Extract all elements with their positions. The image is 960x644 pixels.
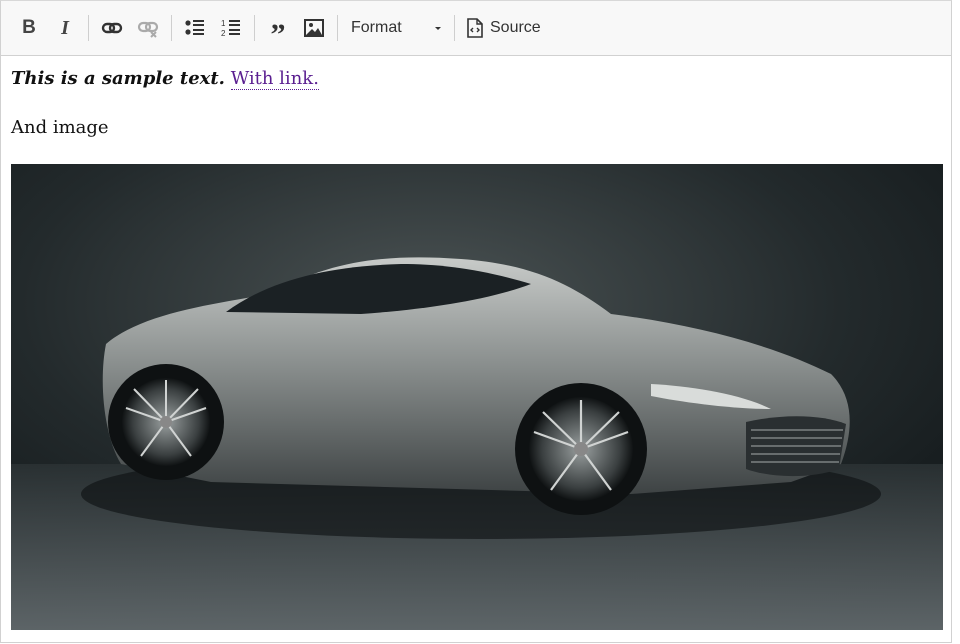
rich-text-editor: B I 1 2 ” Format Source This is a sample… <box>0 0 952 643</box>
toolbar-separator <box>171 15 172 41</box>
toolbar-separator <box>337 15 338 41</box>
link-icon <box>101 22 123 34</box>
paragraph-2: And image <box>11 117 109 138</box>
paragraph-1: This is a sample text. With link. <box>11 68 319 90</box>
bulleted-list-icon <box>185 20 204 35</box>
toolbar-separator <box>454 15 455 41</box>
numbered-list-icon: 1 2 <box>221 19 240 38</box>
svg-text:2: 2 <box>221 29 226 38</box>
editor-toolbar: B I 1 2 ” Format Source <box>1 1 951 56</box>
source-label: Source <box>490 19 541 36</box>
image-icon <box>304 19 324 37</box>
format-dropdown[interactable]: Format <box>343 12 449 44</box>
toolbar-separator <box>88 15 89 41</box>
numbered-list-button[interactable]: 1 2 <box>215 12 247 44</box>
toolbar-separator <box>254 15 255 41</box>
bold-italic-text: This is a sample text. <box>11 68 225 89</box>
bulleted-list-button[interactable] <box>179 12 211 44</box>
content-link[interactable]: With link. <box>230 68 319 90</box>
link-button[interactable] <box>96 12 128 44</box>
car-image-graphic <box>11 164 943 630</box>
source-button[interactable]: Source <box>460 12 547 44</box>
editor-content[interactable]: This is a sample text. With link. And im… <box>1 56 951 644</box>
car-image[interactable] <box>11 164 943 630</box>
unlink-button[interactable] <box>132 12 164 44</box>
image-button[interactable] <box>298 12 330 44</box>
unlink-icon <box>137 21 159 38</box>
source-icon <box>467 18 483 38</box>
format-label: Format <box>351 19 402 36</box>
chevron-down-icon <box>435 27 441 30</box>
italic-button[interactable]: I <box>49 12 81 44</box>
blockquote-button[interactable]: ” <box>262 5 294 51</box>
bold-button[interactable]: B <box>13 12 45 44</box>
svg-text:1: 1 <box>221 19 226 28</box>
